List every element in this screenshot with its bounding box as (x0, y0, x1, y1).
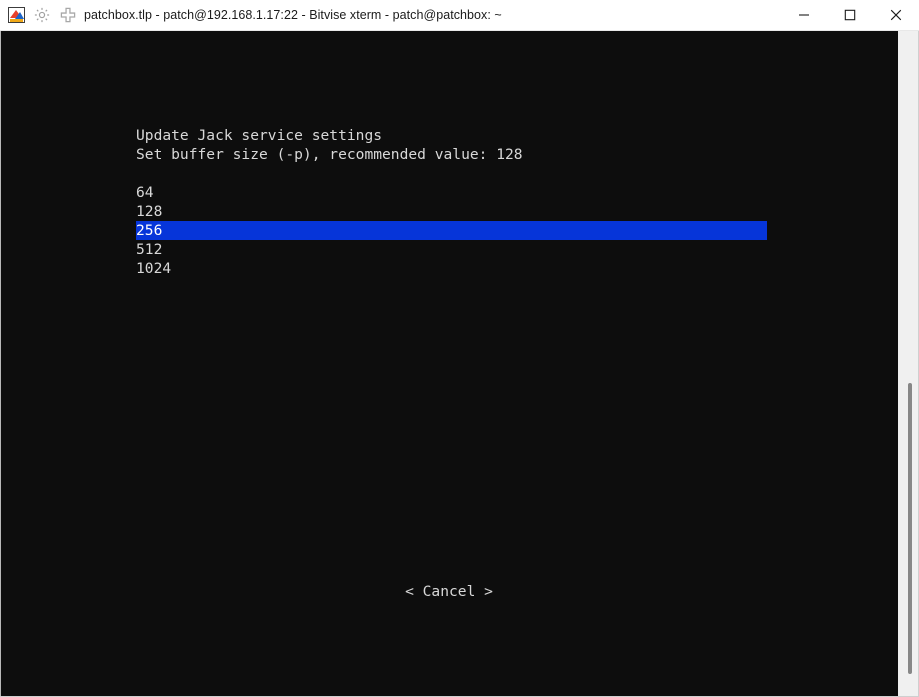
title-bar[interactable]: patchbox.tlp - patch@192.168.1.17:22 - B… (0, 0, 919, 31)
dialog-subtitle: Set buffer size (-p), recommended value:… (136, 146, 523, 163)
option-item-64[interactable]: 64 (136, 183, 154, 202)
cancel-button[interactable]: < Cancel > (0, 582, 898, 601)
terminal-area: Update Jack service settings Set buffer … (0, 31, 919, 697)
scrollbar-thumb[interactable] (908, 383, 912, 674)
minimize-button[interactable] (781, 0, 827, 31)
gear-icon[interactable] (33, 6, 51, 24)
option-item-256-selected[interactable]: 256 (136, 221, 767, 240)
close-button[interactable] (873, 0, 919, 31)
window-edge-left (0, 31, 1, 697)
option-item-1024[interactable]: 1024 (136, 259, 171, 278)
dialog-title: Update Jack service settings (136, 127, 383, 144)
window-title: patchbox.tlp - patch@192.168.1.17:22 - B… (84, 8, 502, 22)
maximize-button[interactable] (827, 0, 873, 31)
bitvise-xterm-window: patchbox.tlp - patch@192.168.1.17:22 - B… (0, 0, 919, 697)
window-controls (781, 0, 919, 31)
title-bar-icons (0, 6, 77, 24)
plus-icon[interactable] (59, 6, 77, 24)
terminal-screen[interactable]: Update Jack service settings Set buffer … (0, 31, 898, 697)
option-item-128[interactable]: 128 (136, 202, 162, 221)
vertical-scrollbar[interactable] (898, 31, 919, 697)
bitvise-app-icon (8, 7, 25, 23)
option-item-512[interactable]: 512 (136, 240, 162, 259)
